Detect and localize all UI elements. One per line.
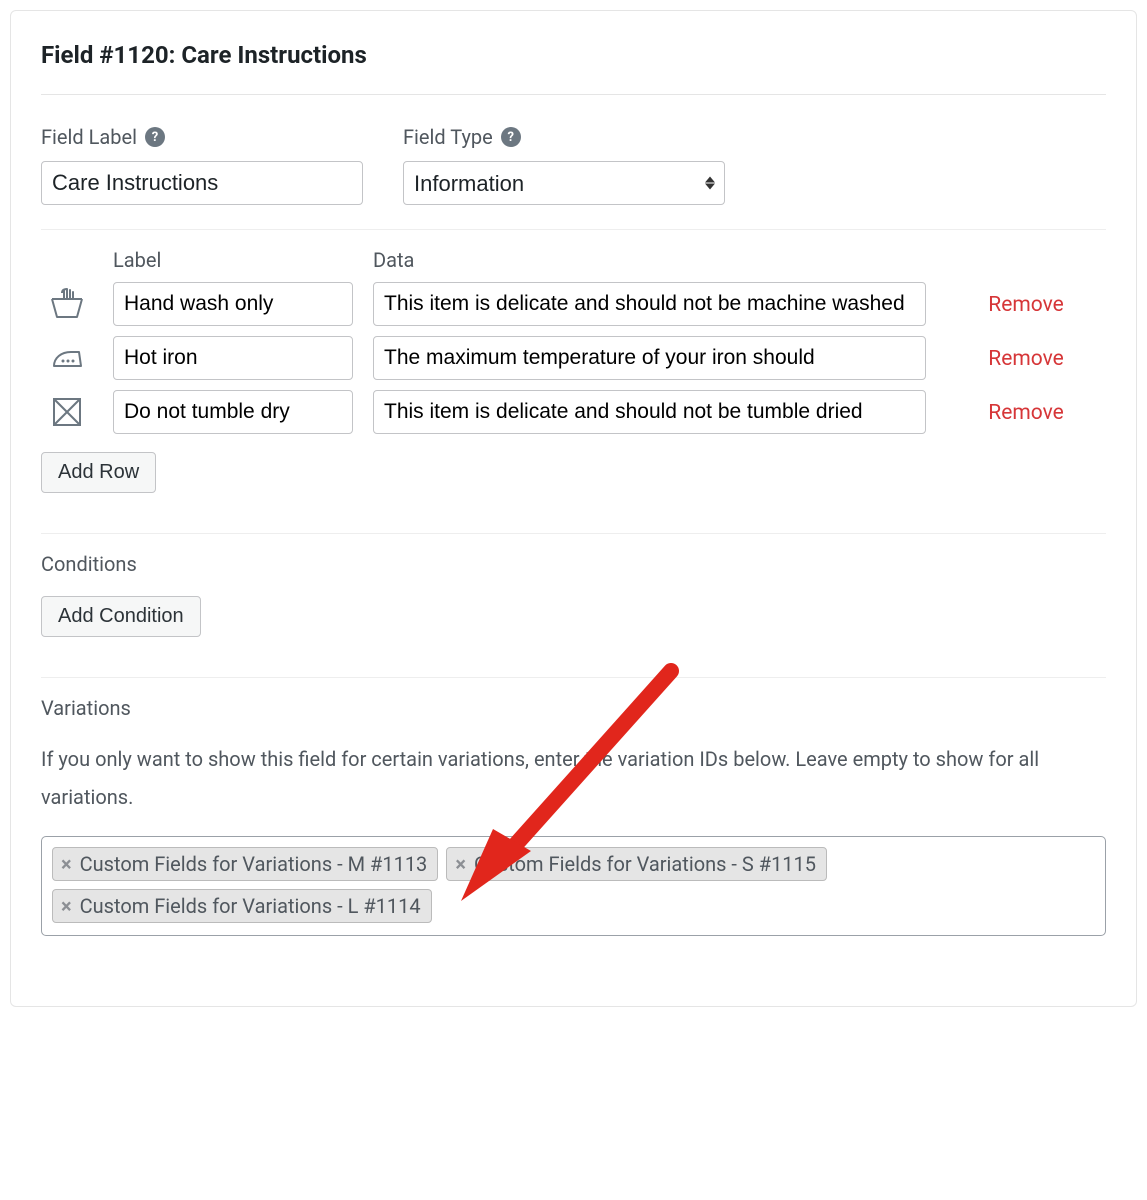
divider <box>41 94 1106 95</box>
add-condition-button[interactable]: Add Condition <box>41 596 201 637</box>
conditions-heading: Conditions <box>41 552 1106 576</box>
variations-heading: Variations <box>41 696 1106 720</box>
hand-wash-icon <box>41 284 93 324</box>
divider <box>41 229 1106 230</box>
field-label-text: Field Label <box>41 125 137 149</box>
close-icon[interactable]: × <box>59 852 74 876</box>
row-data-input[interactable] <box>373 282 926 326</box>
row-data-input[interactable] <box>373 390 926 434</box>
panel-title: Field #1120: Care Instructions <box>41 41 1106 69</box>
col-data-header: Data <box>373 248 926 272</box>
variation-tag-label: Custom Fields for Variations - L #1114 <box>80 894 421 918</box>
add-row-button[interactable]: Add Row <box>41 452 156 493</box>
no-tumble-dry-icon <box>41 392 93 432</box>
field-settings-panel: Field #1120: Care Instructions Field Lab… <box>10 10 1137 1007</box>
table-row: Remove <box>41 282 1106 326</box>
remove-row-link[interactable]: Remove <box>988 401 1064 425</box>
field-basics-row: Field Label ? Field Type ? Information <box>41 125 1106 205</box>
row-label-input[interactable] <box>113 282 353 326</box>
variation-tag: × Custom Fields for Variations - M #1113 <box>52 847 438 881</box>
field-type-select[interactable]: Information <box>403 161 725 205</box>
variation-tag: × Custom Fields for Variations - S #1115 <box>446 847 827 881</box>
row-label-input[interactable] <box>113 336 353 380</box>
close-icon[interactable]: × <box>453 852 468 876</box>
help-icon[interactable]: ? <box>145 127 165 147</box>
iron-icon <box>41 338 93 378</box>
table-row: Remove <box>41 336 1106 380</box>
close-icon[interactable]: × <box>59 894 74 918</box>
remove-row-link[interactable]: Remove <box>988 347 1064 371</box>
variations-helper-text: If you only want to show this field for … <box>41 740 1106 816</box>
remove-row-link[interactable]: Remove <box>988 293 1064 317</box>
field-type-label: Field Type ? <box>403 125 725 149</box>
table-row: Remove <box>41 390 1106 434</box>
variation-tag-label: Custom Fields for Variations - S #1115 <box>474 852 816 876</box>
row-data-input[interactable] <box>373 336 926 380</box>
field-label-input[interactable] <box>41 161 363 205</box>
divider <box>41 677 1106 678</box>
variations-tag-input[interactable]: × Custom Fields for Variations - M #1113… <box>41 836 1106 936</box>
info-table-header: Label Data <box>41 248 1106 272</box>
help-icon[interactable]: ? <box>501 127 521 147</box>
row-label-input[interactable] <box>113 390 353 434</box>
variation-tag-label: Custom Fields for Variations - M #1113 <box>80 852 428 876</box>
field-label-label: Field Label ? <box>41 125 363 149</box>
col-label-header: Label <box>113 248 353 272</box>
variation-tag: × Custom Fields for Variations - L #1114 <box>52 889 432 923</box>
divider <box>41 533 1106 534</box>
field-type-text: Field Type <box>403 125 493 149</box>
